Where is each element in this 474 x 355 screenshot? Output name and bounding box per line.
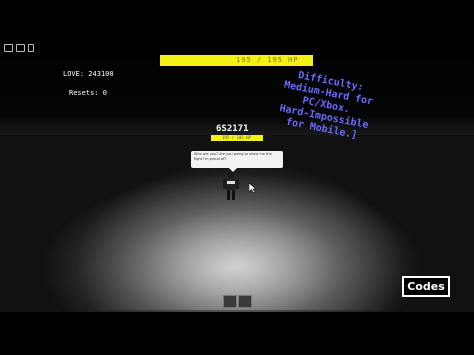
resets-label: Resets:: [69, 89, 99, 97]
love-stat: LOVE: 243100: [63, 70, 114, 78]
health-bar-text: 195 / 195 HP: [236, 56, 299, 64]
player-health-text: 195 / 195 HP: [222, 135, 251, 140]
player-name: 6S2171: [216, 124, 249, 134]
backpack-icon[interactable]: [28, 44, 34, 52]
chat-bubble: Who are you? Are you going to show me th…: [191, 151, 283, 168]
resets-stat: Resets: 0: [69, 89, 107, 97]
hotbar-slot[interactable]: [238, 295, 252, 308]
resets-value: 0: [102, 89, 107, 97]
hotbar-slot[interactable]: [223, 295, 237, 308]
chat-icon[interactable]: [16, 44, 25, 52]
menu-icon[interactable]: [4, 44, 13, 52]
player-avatar[interactable]: [222, 172, 240, 202]
love-value: 243100: [88, 70, 114, 78]
codes-button[interactable]: Codes: [402, 276, 450, 297]
floor-spotlight: [75, 160, 405, 310]
mouse-cursor-icon: [249, 183, 257, 193]
roblox-topbar: [0, 40, 474, 54]
love-label: LOVE:: [63, 70, 85, 78]
